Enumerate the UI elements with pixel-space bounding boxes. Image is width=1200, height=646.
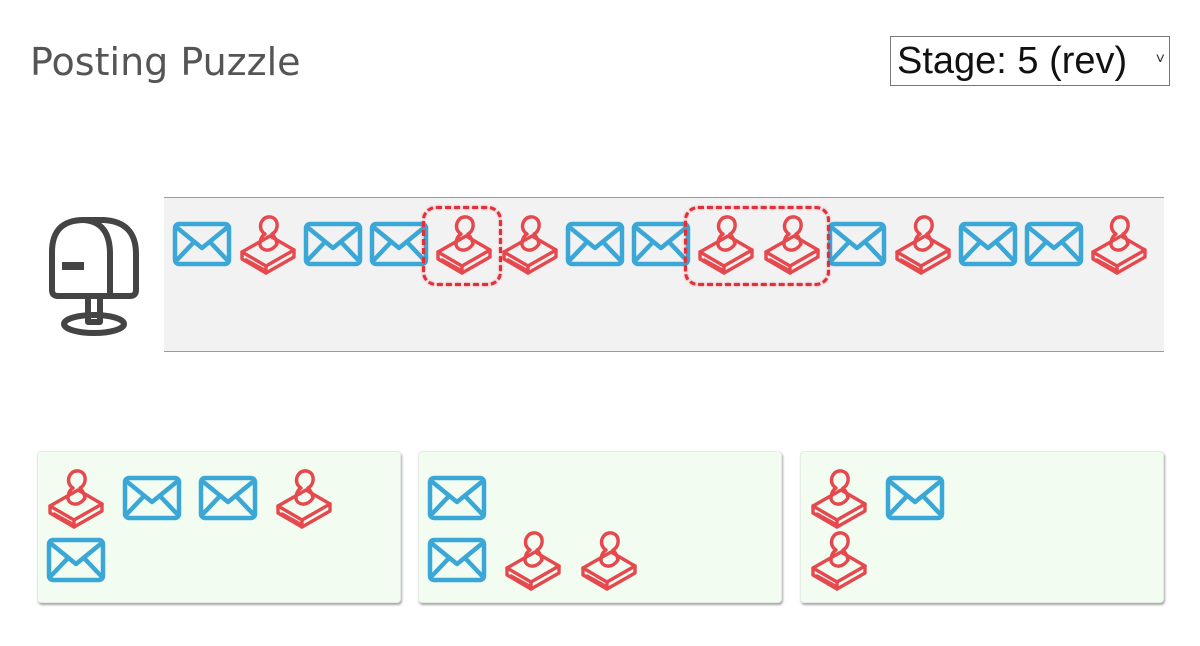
envelope-icon [825, 212, 889, 276]
envelope-icon [563, 212, 627, 276]
stamp-icon [891, 212, 955, 276]
page-title: Posting Puzzle [30, 40, 301, 84]
envelope-icon [1022, 212, 1086, 276]
stamp-icon [577, 528, 641, 592]
stamp-icon [236, 212, 300, 276]
envelope-icon [425, 466, 489, 530]
stamp-icon [760, 212, 824, 276]
envelope-icon [956, 212, 1020, 276]
envelope-icon [883, 466, 947, 530]
envelope-icon [44, 528, 108, 592]
envelope-icon [367, 212, 431, 276]
stamp-icon [807, 466, 871, 530]
game-page: Posting Puzzle Stage: 5 (rev) ˅ [0, 0, 1200, 646]
stamp-icon [498, 212, 562, 276]
stamp-icon [694, 212, 758, 276]
envelope-icon [120, 466, 184, 530]
stamp-icon [807, 528, 871, 592]
envelope-icon [196, 466, 260, 530]
envelope-icon [170, 212, 234, 276]
stamp-icon [1087, 212, 1151, 276]
stamp-icon [44, 466, 108, 530]
choice-card[interactable] [800, 451, 1164, 603]
choice-card[interactable] [418, 451, 782, 603]
chevron-down-icon: ˅ [1155, 51, 1165, 68]
stage-select-value: Stage: 5 (rev) [897, 39, 1128, 82]
stamp-icon [432, 212, 496, 276]
stage-select[interactable]: Stage: 5 (rev) ˅ [890, 36, 1170, 86]
stamp-icon [272, 466, 336, 530]
envelope-icon [425, 528, 489, 592]
envelope-icon [629, 212, 693, 276]
choice-card[interactable] [37, 451, 401, 603]
sequence-track [164, 197, 1164, 352]
stamp-icon [501, 528, 565, 592]
mailbox-icon [44, 210, 140, 340]
envelope-icon [301, 212, 365, 276]
